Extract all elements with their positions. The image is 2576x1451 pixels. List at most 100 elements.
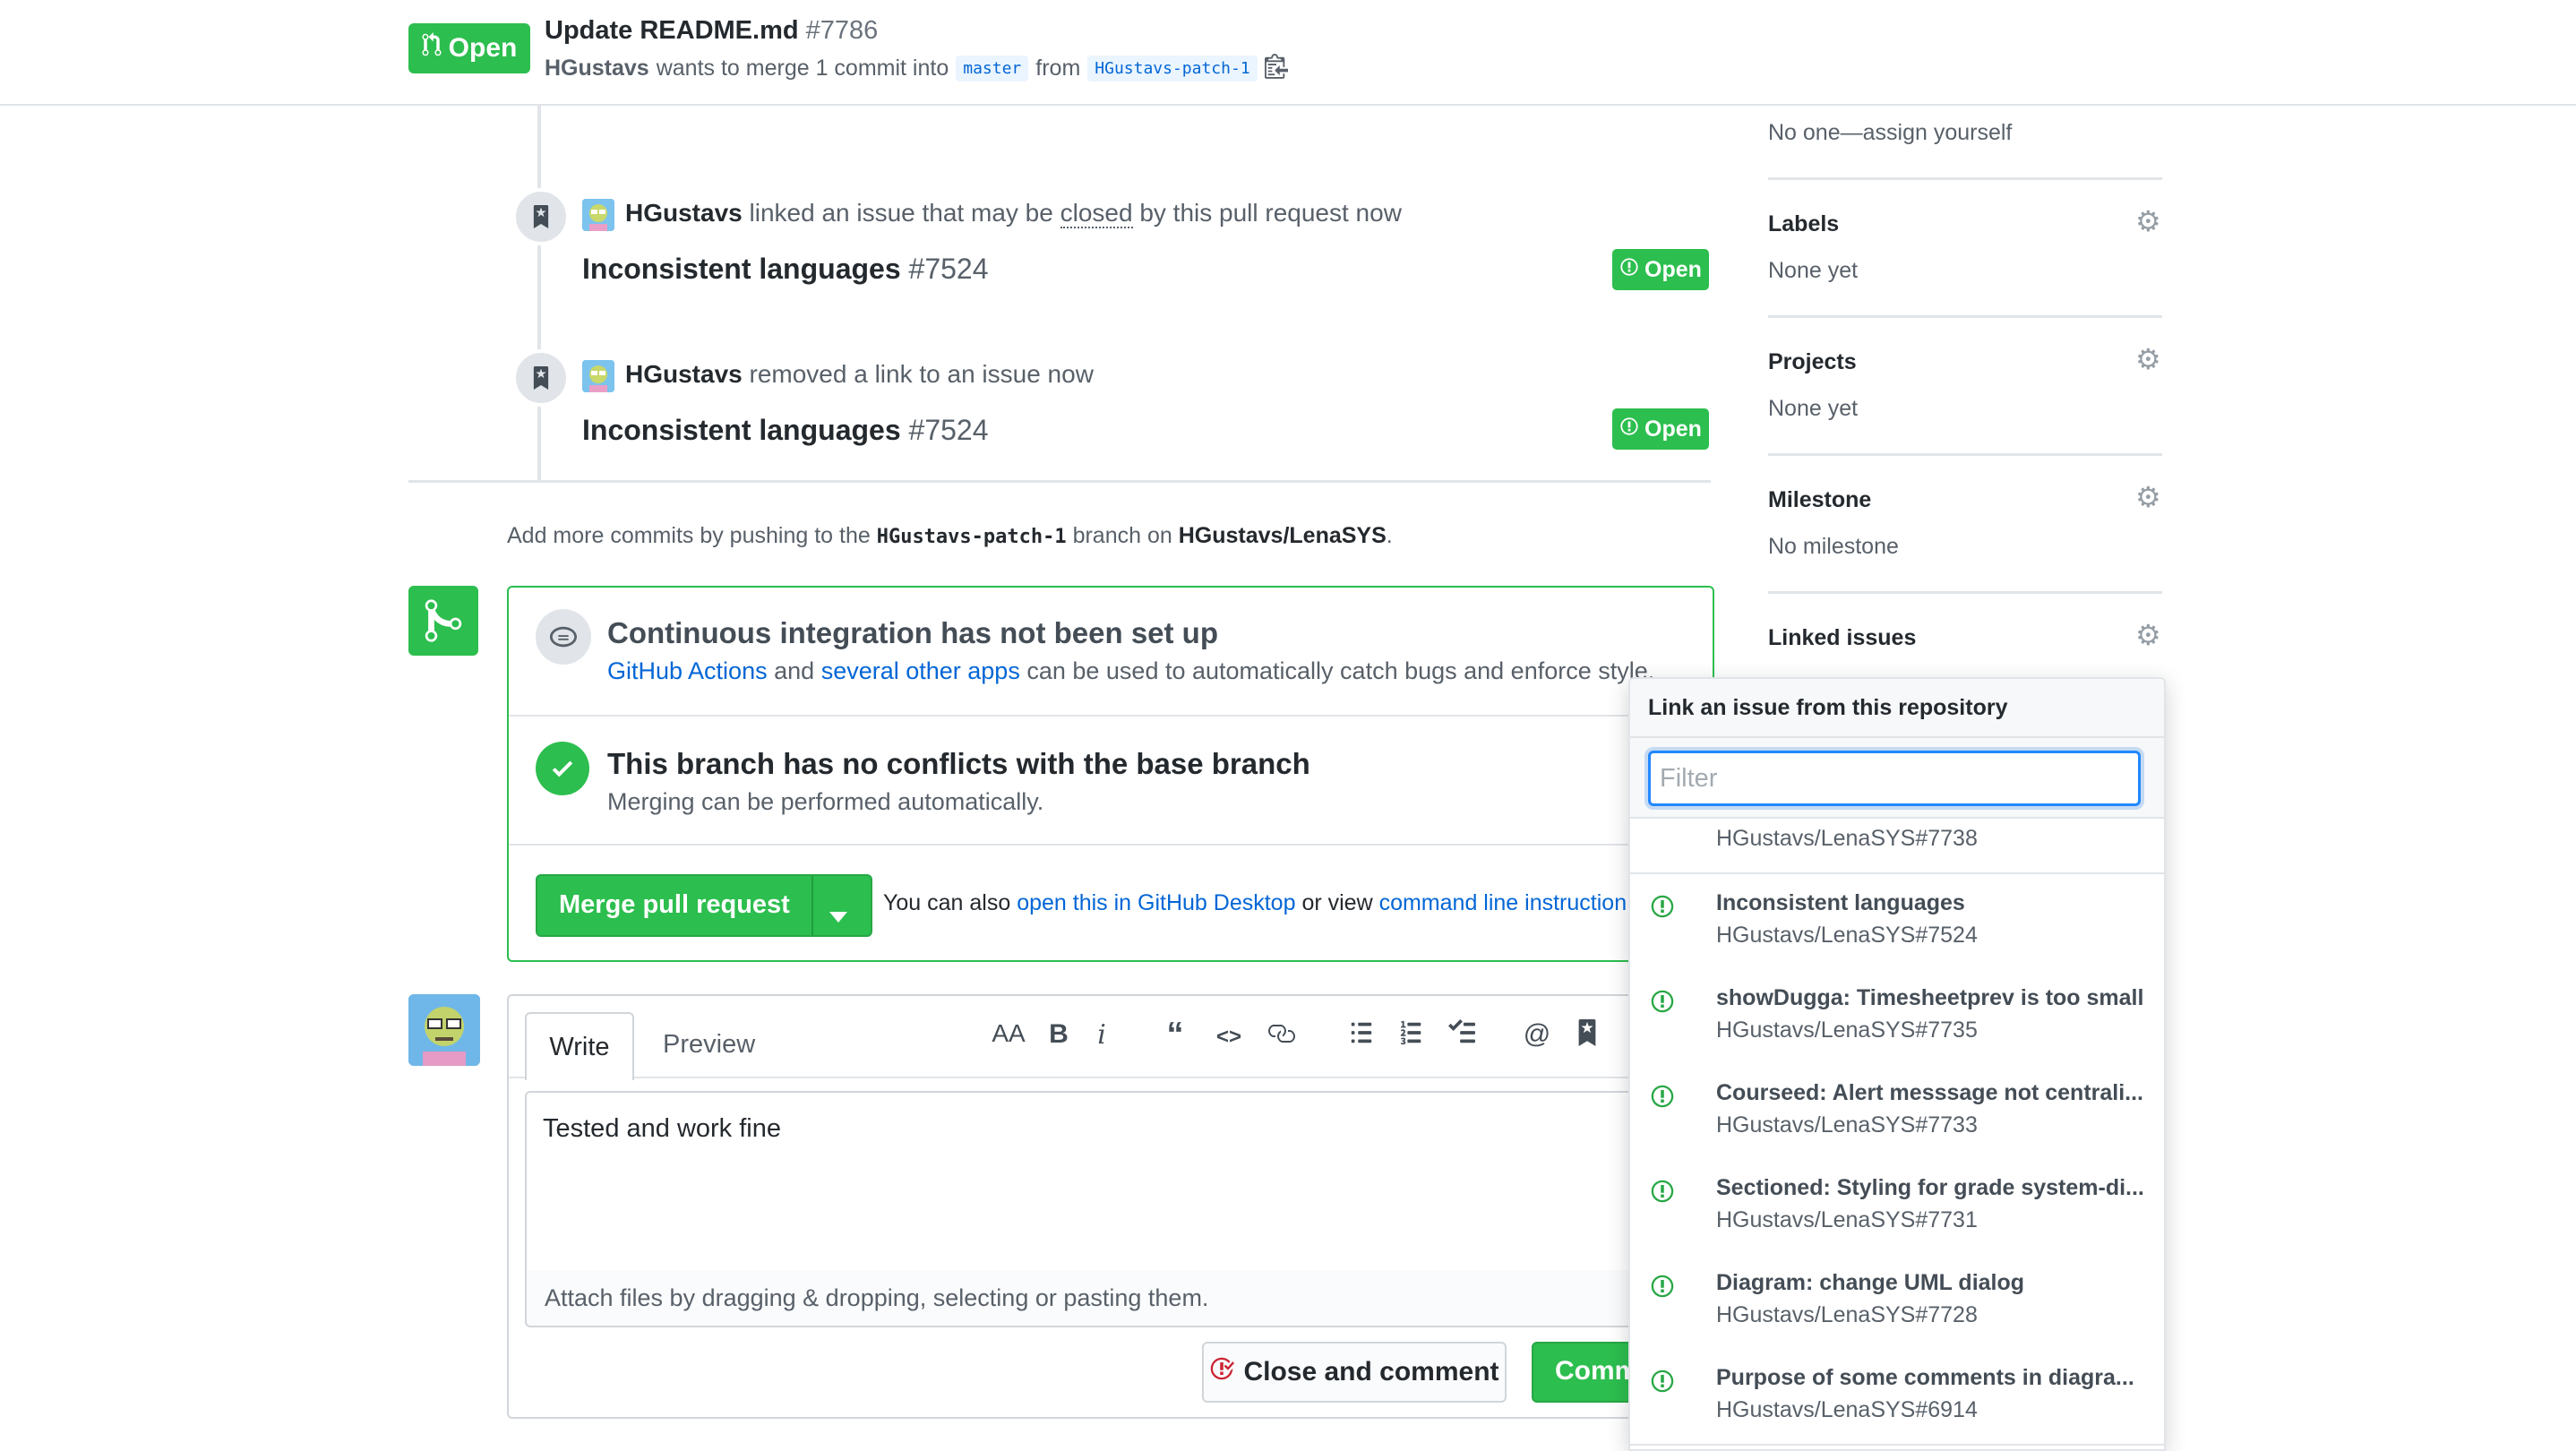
- head-branch-tag[interactable]: HGustavs-patch-1: [1087, 56, 1258, 82]
- push-hint-c: .: [1386, 523, 1393, 548]
- pr-from-text: from: [1035, 56, 1081, 81]
- quote-icon[interactable]: “: [1155, 1016, 1195, 1054]
- issue-title-text: Inconsistent languages: [582, 253, 901, 285]
- event-actor[interactable]: HGustavs: [625, 199, 743, 227]
- close-button-label: Close and comment: [1243, 1357, 1499, 1387]
- merge-alternatives: You can also open this in GitHub Desktop…: [883, 890, 1627, 916]
- pr-title: Update README.md #7786: [545, 16, 878, 46]
- issue-closed-icon: [1209, 1356, 1235, 1388]
- copy-branch-icon[interactable]: [1264, 52, 1288, 85]
- comment-text: Tested and work fine: [543, 1114, 781, 1143]
- milestone-title[interactable]: Milestone: [1768, 487, 1871, 513]
- check-icon: [536, 742, 589, 795]
- open-badge-label: Open: [1644, 416, 1702, 442]
- comment-textarea[interactable]: Tested and work fine: [525, 1091, 1696, 1272]
- issue-option[interactable]: Purpose of some comments in diagra... HG…: [1630, 1349, 2164, 1446]
- issue-option[interactable]: Sectioned: Styling for grade system-di..…: [1630, 1159, 2164, 1256]
- merge-pull-request-button[interactable]: Merge pull request: [536, 874, 872, 937]
- ci-and: and: [774, 657, 815, 684]
- filter-wrap: [1630, 738, 2164, 819]
- hgustavs-avatar[interactable]: [582, 360, 614, 392]
- task-list-icon[interactable]: [1442, 1019, 1481, 1053]
- issue-option-ref: HGustavs/LenaSYS#7731: [1716, 1207, 1978, 1232]
- merge-button-label: Merge pull request: [559, 890, 790, 919]
- current-user-avatar[interactable]: [408, 994, 480, 1066]
- issue-option[interactable]: Inconsistent languages HGustavs/LenaSYS#…: [1630, 874, 2164, 971]
- git-pull-request-icon: [422, 32, 442, 64]
- base-branch-tag[interactable]: master: [956, 56, 1029, 82]
- linked-issues-title[interactable]: Linked issues: [1768, 625, 1916, 651]
- command-line-link[interactable]: command line instructions.: [1379, 890, 1627, 915]
- git-merge-icon: [408, 586, 478, 656]
- dropdown-header-text: Link an issue from this repository: [1648, 695, 2008, 720]
- issue-opened-icon: [1650, 1274, 1675, 1303]
- bookmark-badge-icon: [512, 188, 570, 245]
- ordered-list-icon[interactable]: [1392, 1019, 1431, 1053]
- mention-icon[interactable]: @: [1517, 1019, 1557, 1050]
- timeline-line: [537, 104, 541, 480]
- no-conflicts-subtitle: Merging can be performed automatically.: [607, 788, 1044, 815]
- gear-icon[interactable]: ⚙: [2135, 480, 2161, 514]
- unordered-list-icon[interactable]: [1342, 1019, 1381, 1053]
- timeline-divider: [408, 480, 1711, 483]
- issue-option[interactable]: Courseed: Alert messsage not centrali...…: [1630, 1064, 2164, 1161]
- issue-option-title: Diagram: change UML dialog: [1716, 1270, 2025, 1295]
- issue-option[interactable]: Diagram: change UML dialog HGustavs/Lena…: [1630, 1254, 2164, 1351]
- issue-option-ref: HGustavs/LenaSYS#7728: [1716, 1302, 1978, 1327]
- italic-icon[interactable]: i: [1082, 1019, 1121, 1051]
- filter-input[interactable]: [1648, 751, 2141, 806]
- code-icon[interactable]: <>: [1209, 1025, 1249, 1050]
- tab-preview[interactable]: Preview: [663, 1030, 755, 1060]
- gear-icon[interactable]: ⚙: [2135, 342, 2161, 376]
- no-conflicts-title: This branch has no conflicts with the ba…: [607, 747, 1310, 780]
- issue-option[interactable]: showDugga: Timesheetprev is too small HG…: [1630, 969, 2164, 1066]
- github-actions-link[interactable]: GitHub Actions: [607, 657, 768, 684]
- issue-option-title: Courseed: Alert messsage not centrali...: [1716, 1080, 2144, 1105]
- push-hint-a: Add more commits by pushing to the: [507, 523, 871, 548]
- issue-option-ref: HGustavs/LenaSYS#7524: [1716, 923, 1978, 948]
- projects-title[interactable]: Projects: [1768, 349, 1857, 375]
- issue-opened-icon: [1650, 1369, 1675, 1398]
- sidebar-divider: [1768, 177, 2162, 180]
- pr-state-label: Open: [448, 33, 518, 63]
- cross-reference-icon[interactable]: [1567, 1019, 1607, 1053]
- sidebar-divider: [1768, 591, 2162, 594]
- gear-icon[interactable]: ⚙: [2135, 618, 2161, 652]
- sticky-pr-header: Open Update README.md #7786 HGustavs wan…: [0, 0, 2576, 106]
- link-icon[interactable]: [1261, 1019, 1301, 1055]
- issue-number: #7524: [908, 253, 989, 285]
- attach-files-bar[interactable]: Attach files by dragging & dropping, sel…: [525, 1270, 1696, 1327]
- chevron-down-icon[interactable]: [829, 900, 847, 930]
- bold-icon[interactable]: B: [1039, 1019, 1078, 1050]
- event-text: removed a link to an issue now: [749, 360, 1094, 388]
- tab-bar-border: [509, 1077, 1709, 1078]
- close-and-comment-button[interactable]: Close and comment: [1202, 1342, 1507, 1403]
- attach-hint: Attach files by dragging & dropping, sel…: [545, 1284, 1209, 1311]
- push-hint-repo: HGustavs/LenaSYS: [1178, 523, 1387, 548]
- issue-number: #7524: [908, 414, 989, 446]
- gear-icon[interactable]: ⚙: [2135, 204, 2161, 238]
- pr-state-badge: Open: [408, 23, 530, 73]
- issue-option[interactable]: HGustavs/LenaSYS#7738: [1630, 819, 2164, 874]
- tab-write[interactable]: Write: [525, 1012, 634, 1080]
- closed-keyword: closed: [1060, 199, 1133, 228]
- ci-title: Continuous integration has not been set …: [607, 616, 1218, 649]
- event-text-b: by this pull request now: [1139, 199, 1402, 227]
- open-desktop-link[interactable]: open this in GitHub Desktop: [1017, 890, 1295, 915]
- dropdown-header: Link an issue from this repository: [1630, 679, 2164, 738]
- unlinked-issue-title[interactable]: Inconsistent languages #7524: [582, 414, 989, 447]
- hgustavs-avatar[interactable]: [582, 199, 614, 231]
- event-actor[interactable]: HGustavs: [625, 360, 743, 388]
- issue-opened-icon: [1650, 894, 1675, 923]
- text-size-icon[interactable]: AA: [989, 1019, 1028, 1048]
- sidebar-divider: [1768, 315, 2162, 318]
- issue-title-text: Inconsistent languages: [582, 414, 901, 446]
- unlink-event-text: HGustavs removed a link to an issue now: [625, 360, 1094, 389]
- issue-option-ref: HGustavs/LenaSYS#7735: [1716, 1017, 1978, 1043]
- labels-title[interactable]: Labels: [1768, 211, 1839, 237]
- other-apps-link[interactable]: several other apps: [821, 657, 1020, 684]
- pr-author-link[interactable]: HGustavs: [545, 56, 649, 82]
- issue-opened-icon: [1650, 1084, 1675, 1113]
- linked-issue-title[interactable]: Inconsistent languages #7524: [582, 253, 989, 286]
- assignees-value[interactable]: No one—assign yourself: [1768, 120, 2012, 146]
